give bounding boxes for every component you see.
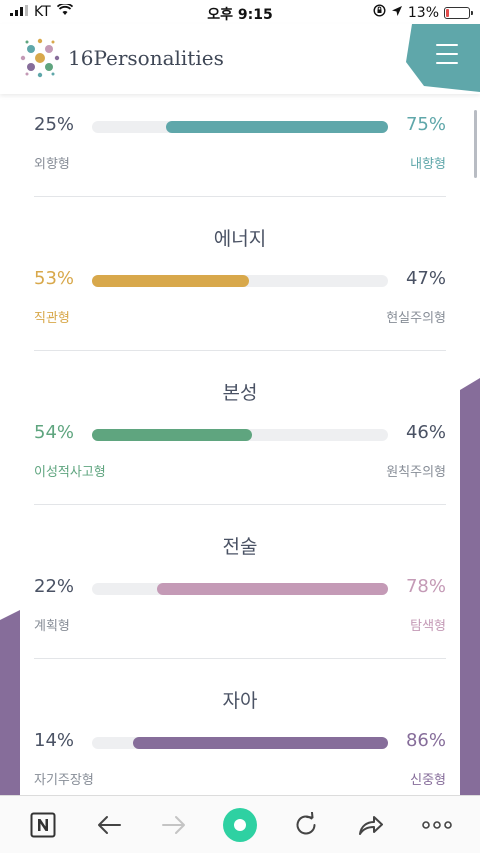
- trait-right-label: 신중형: [410, 773, 446, 788]
- trait-right-label: 현실주의형: [386, 311, 446, 326]
- logo-dots-icon: [20, 38, 60, 78]
- trait-bar: [92, 429, 388, 441]
- divider: [34, 658, 446, 659]
- trait-title: 본성: [222, 382, 258, 404]
- browser-toolbar: [0, 795, 480, 853]
- home-circle-icon[interactable]: [220, 805, 260, 845]
- hamburger-menu-icon[interactable]: [436, 44, 458, 71]
- trait-right-percent: 75%: [405, 114, 446, 135]
- trait-right-percent: 47%: [405, 268, 446, 289]
- trait-right-percent: 46%: [405, 422, 446, 443]
- orientation-lock-icon: [373, 4, 386, 21]
- trait-bar: [92, 737, 388, 749]
- back-arrow-icon[interactable]: [89, 805, 129, 845]
- battery-icon: [444, 6, 473, 19]
- divider: [34, 196, 446, 197]
- trait-title: 에너지: [213, 228, 267, 250]
- battery-percent: 13%: [407, 4, 439, 21]
- trait-right-percent: 78%: [405, 576, 446, 597]
- trait-right-percent: 86%: [405, 730, 446, 751]
- trait-bar: [92, 275, 388, 287]
- more-dots-icon[interactable]: [417, 805, 457, 845]
- trait-left-label: 직관형: [34, 311, 70, 326]
- trait-left-percent: 53%: [34, 268, 75, 289]
- trait-left-percent: 22%: [34, 576, 75, 597]
- reload-icon[interactable]: [286, 805, 326, 845]
- site-header: 16Personalities: [0, 24, 480, 94]
- trait-left-percent: 54%: [34, 422, 75, 443]
- decorative-shape-left: [0, 610, 20, 800]
- trait-left-label: 외향형: [34, 157, 70, 172]
- trait-left-percent: 25%: [34, 114, 75, 135]
- trait-right-label: 원칙주의형: [386, 465, 446, 480]
- forward-arrow-icon[interactable]: [154, 805, 194, 845]
- page-scrollbar[interactable]: [474, 110, 477, 178]
- divider: [34, 350, 446, 351]
- trait-left-percent: 14%: [34, 730, 75, 751]
- trait-right-label: 내향형: [410, 157, 446, 172]
- location-icon: [391, 5, 403, 21]
- status-bar: KT 오후 9:15 13%: [0, 0, 480, 24]
- trait-left-label: 계획형: [34, 619, 70, 634]
- trait-left-label: 자기주장형: [34, 773, 94, 788]
- trait-title: 자아: [222, 690, 258, 712]
- trait-title: 전술: [222, 536, 258, 558]
- trait-bar: [92, 121, 388, 133]
- share-icon[interactable]: [351, 805, 391, 845]
- divider: [34, 504, 446, 505]
- naver-n-icon[interactable]: [23, 805, 63, 845]
- trait-right-label: 탐색형: [410, 619, 446, 634]
- logo-text: 16Personalities: [68, 46, 224, 70]
- trait-bar: [92, 583, 388, 595]
- site-logo[interactable]: 16Personalities: [18, 36, 224, 80]
- trait-left-label: 이성적사고형: [34, 465, 106, 480]
- decorative-shape-right: [460, 378, 480, 798]
